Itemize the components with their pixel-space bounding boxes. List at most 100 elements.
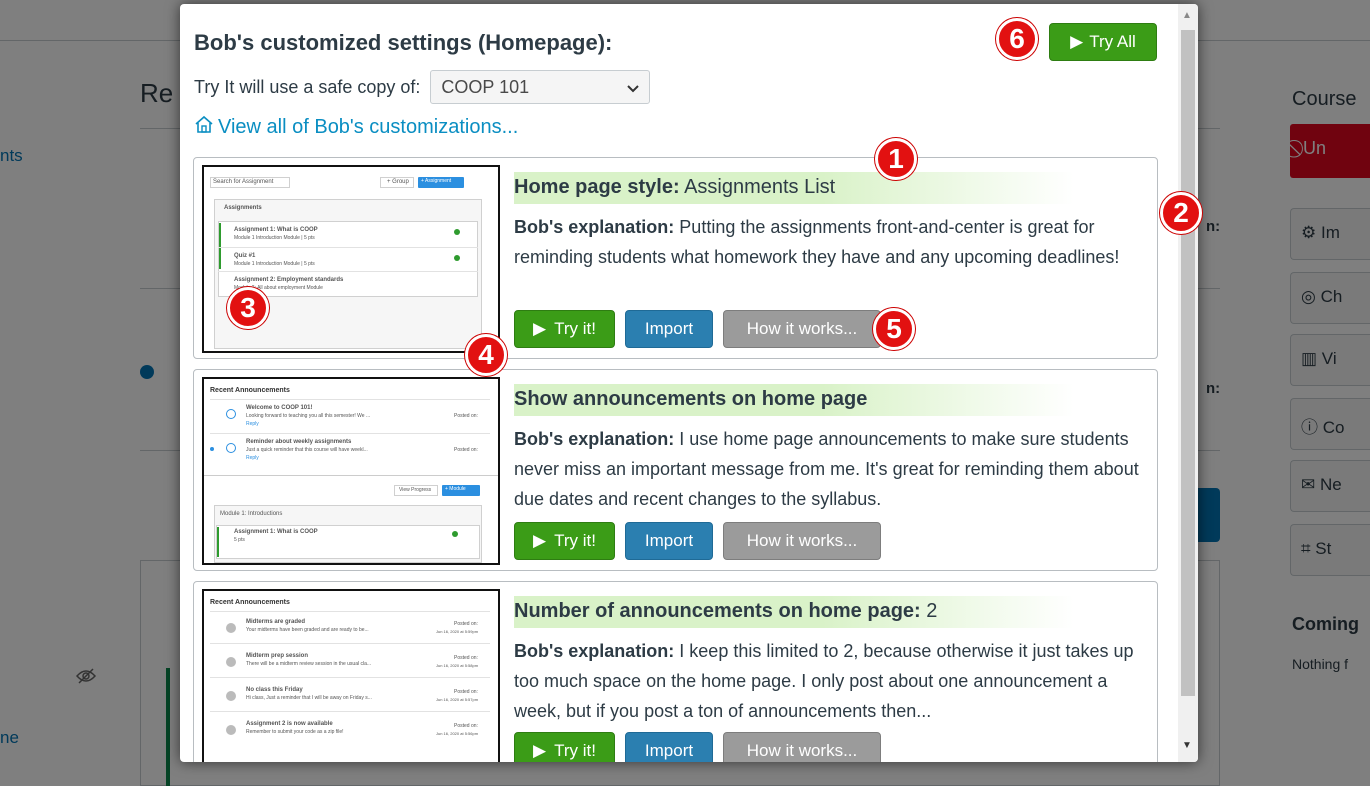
thumb-item-title: Quiz #1 [234, 253, 256, 259]
thumb-ann-title: No class this Friday [246, 687, 303, 693]
thumb-ann-date: Jun 16, 2020 at 5:59pm [436, 629, 479, 634]
setting-card: Search for Assignment + Group + Assignme… [193, 157, 1158, 359]
thumb-divider [210, 399, 490, 400]
import-button[interactable]: Import [625, 732, 713, 762]
scroll-up-arrow-icon[interactable]: ▲ [1182, 10, 1192, 21]
thumb-module-meta: 5 pts [234, 537, 245, 543]
thumb-divider [204, 475, 498, 476]
thumb-header: Recent Announcements [210, 387, 290, 394]
thumb-module-item: Assignment 1: What is COOP [234, 529, 318, 535]
home-icon [194, 114, 214, 140]
course-select[interactable]: COOP 101 [430, 70, 651, 104]
thumb-item-meta: Module 1 Introduction Module | 5 pts [234, 235, 315, 241]
avatar [226, 657, 236, 667]
thumb-module-btn: + Module [442, 485, 480, 496]
callout-badge-2: 2 [1160, 192, 1202, 234]
thumb-divider [210, 611, 490, 612]
try-it-button[interactable]: ▶ Try it! [514, 522, 615, 560]
thumb-status-dot [452, 531, 458, 537]
callout-badge-5: 5 [873, 308, 915, 350]
customizations-dialog: Bob's customized settings (Homepage): ▶ … [180, 4, 1198, 762]
preview-thumbnail-announcement-count: Recent Announcements Midterms are graded… [202, 589, 500, 762]
copy-row: Try It will use a safe copy of: COOP 101 [194, 70, 651, 104]
thumb-divider [210, 643, 490, 644]
thumb-ann-title: Midterm prep session [246, 653, 309, 659]
try-it-button[interactable]: ▶ Try it! [514, 732, 615, 762]
play-icon: ▶ [533, 319, 547, 338]
callout-badge-4: 4 [465, 334, 507, 376]
thumb-module-title: Module 1: Introductions [220, 511, 283, 517]
thumb-divider [218, 271, 478, 272]
thumb-published-bar [219, 223, 221, 269]
thumb-ann-text: Looking forward to teaching you all this… [246, 413, 371, 419]
course-select-value: COOP 101 [441, 76, 530, 97]
chevron-down-icon [627, 77, 640, 98]
thumb-status-dot [454, 229, 460, 235]
play-icon: ▶ [533, 741, 547, 760]
try-all-button[interactable]: ▶ Try All [1049, 23, 1157, 61]
callout-badge-1: 1 [875, 138, 917, 180]
thumb-ann-title: Welcome to COOP 101! [246, 405, 313, 411]
setting-title: Show announcements on home page [514, 384, 1074, 416]
import-button[interactable]: Import [625, 310, 713, 348]
how-it-works-button[interactable]: How it works... [723, 522, 881, 560]
thumb-header: Recent Announcements [210, 599, 290, 606]
callout-badge-6: 6 [996, 18, 1038, 60]
thumb-assignment-btn: + Assignment [418, 177, 464, 188]
copy-label: Try It will use a safe copy of: [194, 76, 421, 97]
thumb-item-title: Assignment 1: What is COOP [234, 227, 318, 233]
play-icon: ▶ [533, 531, 547, 550]
dialog-title: Bob's customized settings (Homepage): [194, 30, 613, 55]
thumb-ann-reply: Reply [246, 421, 259, 427]
play-icon: ▶ [1070, 32, 1084, 51]
callout-badge-3: 3 [227, 287, 269, 329]
thumb-section-title: Assignments [224, 205, 262, 211]
thumb-group-label: + Group [387, 179, 409, 185]
how-it-works-button[interactable]: How it works... [723, 310, 881, 348]
setting-title: Home page style: Assignments List [514, 172, 1074, 204]
thumb-ann-text: Hi class, Just a reminder that I will be… [246, 695, 372, 701]
card-actions: ▶ Try it! Import How it works... [514, 522, 881, 560]
avatar [226, 725, 236, 735]
scroll-down-arrow-icon[interactable]: ▼ [1182, 740, 1192, 751]
thumb-ann-posted: Posted on: [454, 689, 478, 695]
thumb-ann-posted: Posted on: [454, 447, 478, 453]
setting-explanation: Bob's explanation: I keep this limited t… [514, 641, 1134, 721]
avatar [226, 409, 236, 419]
thumb-ann-text: There will be a midterm review session i… [246, 661, 372, 667]
thumb-divider [210, 677, 490, 678]
thumb-ann-title: Midterms are graded [246, 619, 306, 625]
thumb-ann-posted: Posted on: [454, 723, 478, 729]
thumb-divider [210, 711, 490, 712]
try-it-button[interactable]: ▶ Try it! [514, 310, 615, 348]
thumb-ann-text: Remember to submit your code as a zip fi… [246, 729, 344, 735]
import-button[interactable]: Import [625, 522, 713, 560]
thumb-ann-text: Your midterms have been graded and are r… [246, 627, 369, 633]
thumb-status-dot [454, 255, 460, 261]
thumb-search-text: Search for Assignment [213, 179, 274, 185]
thumb-ann-reply: Reply [246, 455, 259, 461]
card-actions: ▶ Try it! Import How it works... [514, 732, 881, 762]
thumb-ann-date: Jun 16, 2020 at 5:58pm [436, 663, 479, 668]
setting-card: Recent Announcements Midterms are graded… [193, 581, 1158, 762]
thumb-ann-posted: Posted on: [454, 655, 478, 661]
dialog-scrollbar[interactable]: ▲ ▼ [1178, 4, 1198, 762]
thumb-ann-title: Reminder about weekly assignments [246, 439, 352, 445]
card-actions: ▶ Try it! Import How it works... [514, 310, 881, 348]
thumb-ann-posted: Posted on: [454, 413, 478, 419]
view-all-label: View all of Bob's customizations... [218, 115, 519, 138]
thumb-ann-date: Jun 16, 2020 at 5:56pm [436, 731, 479, 736]
try-all-label: Try All [1089, 32, 1136, 51]
scroll-thumb[interactable] [1181, 30, 1195, 696]
setting-explanation: Bob's explanation: I use home page annou… [514, 429, 1139, 509]
how-it-works-button[interactable]: How it works... [723, 732, 881, 762]
avatar [226, 623, 236, 633]
avatar [226, 443, 236, 453]
setting-explanation: Bob's explanation: Putting the assignmen… [514, 217, 1120, 267]
thumb-item-meta: Module 1 Introduction Module | 5 pts [234, 261, 315, 267]
thumb-divider [210, 433, 490, 434]
thumb-ann-title: Assignment 2 is now available [246, 721, 333, 727]
avatar [226, 691, 236, 701]
setting-card: Recent Announcements Welcome to COOP 101… [193, 369, 1158, 571]
view-all-link[interactable]: View all of Bob's customizations... [194, 114, 518, 140]
